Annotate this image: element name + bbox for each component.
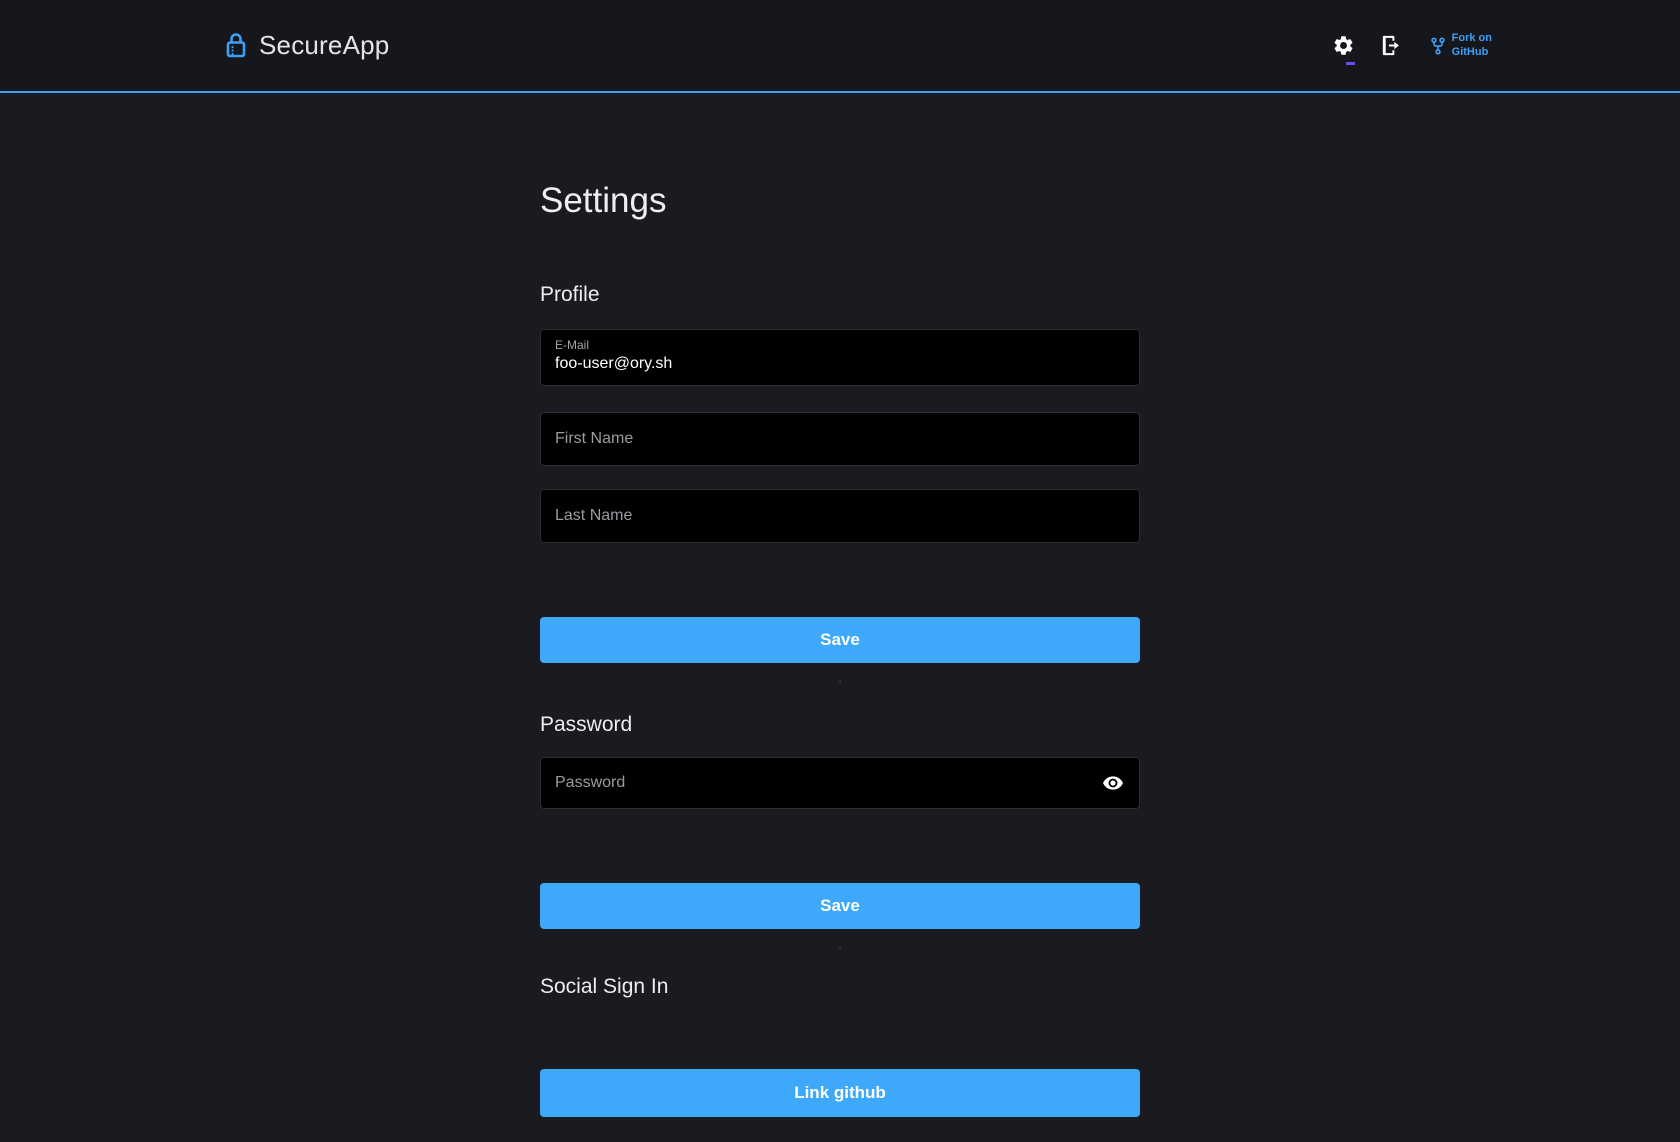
settings-page: Settings Profile E-Mail Save . Password … — [540, 93, 1140, 1117]
password-status-dot: . — [540, 941, 1140, 951]
github-link-line1: Fork on — [1452, 32, 1492, 46]
settings-active-indicator — [1346, 62, 1355, 65]
settings-button[interactable] — [1328, 30, 1359, 61]
last-name-field-container — [540, 489, 1140, 543]
logout-button[interactable] — [1375, 30, 1406, 61]
email-field-container: E-Mail — [540, 329, 1140, 386]
profile-status-dot: . — [540, 675, 1140, 685]
logout-icon — [1379, 34, 1402, 57]
link-github-button[interactable]: Link github — [540, 1069, 1140, 1117]
github-fork-link[interactable]: Fork on GitHub — [1430, 32, 1492, 60]
last-name-input[interactable] — [555, 507, 1125, 525]
password-save-button[interactable]: Save — [540, 883, 1140, 929]
profile-save-button[interactable]: Save — [540, 617, 1140, 663]
git-fork-icon — [1430, 37, 1446, 55]
eye-icon — [1103, 776, 1123, 790]
gear-icon — [1332, 34, 1355, 57]
first-name-field-container — [540, 412, 1140, 466]
password-section-heading: Password — [540, 713, 1140, 737]
reveal-password-button[interactable] — [1101, 774, 1125, 792]
profile-section-heading: Profile — [540, 283, 1140, 307]
navbar-actions: Fork on GitHub — [1328, 30, 1492, 61]
app-logo[interactable]: SecureApp — [225, 30, 389, 61]
email-field-label: E-Mail — [555, 338, 1125, 352]
github-link-label: Fork on GitHub — [1452, 32, 1492, 60]
page-title: Settings — [540, 93, 1140, 221]
lock-icon — [225, 32, 247, 59]
social-section-heading: Social Sign In — [540, 975, 1140, 999]
first-name-input[interactable] — [555, 430, 1125, 448]
app-title: SecureApp — [259, 30, 389, 61]
password-field-container — [540, 757, 1140, 809]
email-input[interactable] — [555, 355, 1125, 373]
navbar: SecureApp — [0, 0, 1680, 93]
github-link-line2: GitHub — [1452, 46, 1492, 60]
password-input[interactable] — [555, 774, 1125, 792]
